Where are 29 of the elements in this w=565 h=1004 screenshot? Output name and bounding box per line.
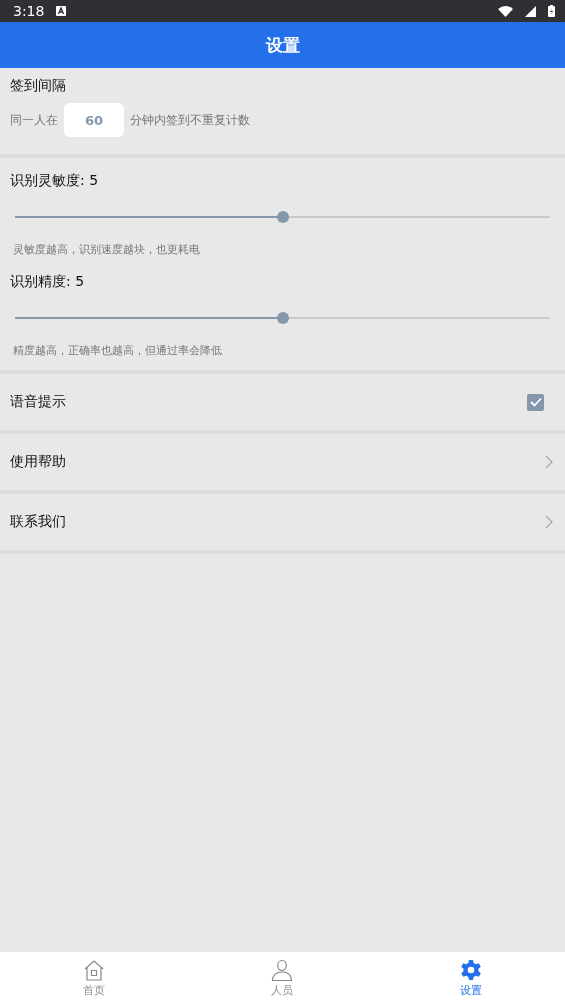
- tab-item[interactable]: 人员: [188, 952, 377, 1004]
- field-label: 分钟内签到不重复计数: [130, 111, 250, 129]
- screen-title: 设置: [265, 33, 300, 57]
- setting-label: 语音提示: [10, 393, 67, 411]
- battery-icon: [548, 5, 555, 17]
- wifi-icon: [498, 5, 513, 17]
- notification-icon: [56, 6, 67, 16]
- hint-text: 灵敏度越高，识别速度越块，也更耗电: [13, 242, 201, 257]
- slider-thumb[interactable]: [276, 211, 289, 223]
- chevron-right-icon: [545, 455, 553, 469]
- check-icon: [529, 397, 542, 407]
- minutes-field[interactable]: 60: [64, 103, 124, 137]
- home-icon: [83, 958, 106, 981]
- field-label: 同一人在: [10, 111, 58, 129]
- slider-label: 识别灵敏度: 5: [10, 172, 100, 190]
- checkbox[interactable]: [527, 393, 544, 411]
- tab-item[interactable]: 设置: [376, 952, 565, 1004]
- status-time: 3:18: [13, 3, 45, 19]
- signal-icon: [525, 5, 536, 17]
- slider-thumb[interactable]: [276, 312, 289, 324]
- setting-label: 联系我们: [10, 513, 67, 531]
- section-title: 签到间隔: [10, 77, 67, 95]
- hint-text: 精度越高，正确率也越高，但通过率会降低: [13, 343, 223, 358]
- gear-icon: [459, 958, 482, 981]
- setting-label: 使用帮助: [10, 453, 67, 471]
- slider-label: 识别精度: 5: [10, 273, 86, 291]
- tab-item[interactable]: 首页: [0, 952, 189, 1004]
- chevron-right-icon: [545, 515, 553, 529]
- person-icon: [271, 958, 294, 981]
